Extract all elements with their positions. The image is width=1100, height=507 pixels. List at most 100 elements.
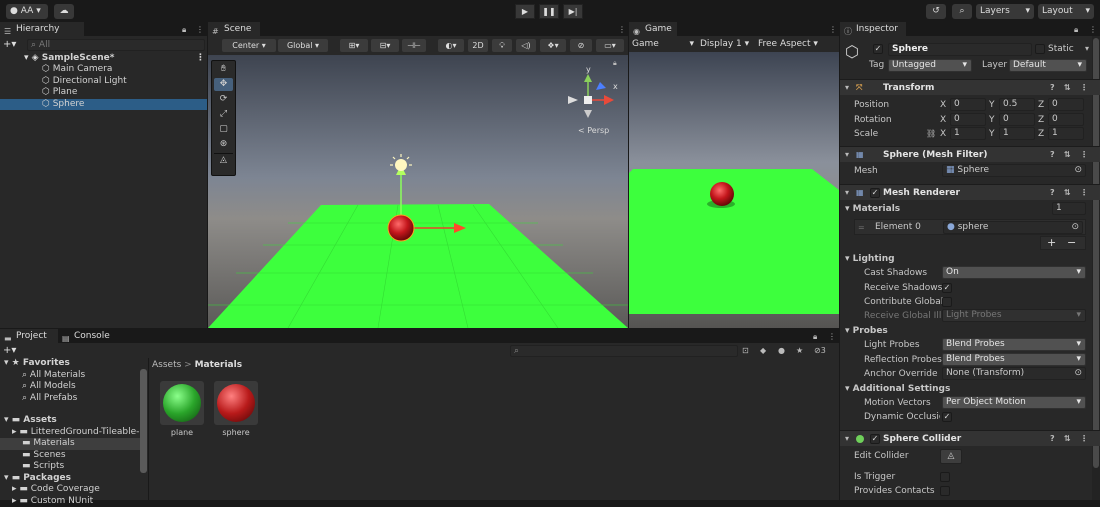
preset-icon[interactable]: ⇅ bbox=[1064, 185, 1071, 201]
asset-material-sphere[interactable]: sphere bbox=[214, 381, 258, 443]
axis-z-label[interactable]: Z bbox=[1038, 98, 1044, 112]
kebab-menu-icon[interactable]: ⋮ bbox=[618, 25, 626, 34]
grid-visibility-button[interactable]: ⊟▾ bbox=[371, 39, 399, 52]
axis-x-label[interactable]: X bbox=[940, 113, 946, 127]
scale-tool-icon[interactable]: ⤢ bbox=[214, 108, 233, 121]
camera-settings-button[interactable]: ▭▾ bbox=[596, 39, 624, 52]
chevron-down-icon[interactable]: ▾ bbox=[1085, 44, 1089, 53]
mesh-renderer-enabled-checkbox[interactable]: ✓ bbox=[870, 188, 880, 198]
toggle-2d-button[interactable]: 2D bbox=[468, 39, 488, 52]
tab-project[interactable]: ▬ Project bbox=[0, 329, 58, 343]
project-search-input[interactable]: ⌕ bbox=[510, 345, 738, 357]
kebab-menu-icon[interactable]: ⋮ bbox=[1080, 185, 1088, 201]
lighting-foldout[interactable]: ▾ Lighting bbox=[845, 252, 895, 266]
motion-vectors-dropdown[interactable]: Per Object Motion▾ bbox=[942, 396, 1086, 409]
help-icon[interactable]: ? bbox=[1050, 185, 1055, 201]
lock-icon[interactable]: 🔒︎ bbox=[813, 332, 817, 342]
tab-console[interactable]: ▤ Console bbox=[58, 329, 128, 343]
tree-folder-materials[interactable]: ▬ Materials bbox=[0, 438, 140, 450]
tree-favorites[interactable]: ▾ ★ Favorites bbox=[0, 358, 140, 370]
breadcrumb-materials[interactable]: Materials bbox=[195, 360, 242, 370]
play-button[interactable]: ▶ bbox=[515, 4, 535, 19]
transform-z-field[interactable]: 0 bbox=[1048, 113, 1084, 126]
sphere-object[interactable] bbox=[388, 215, 414, 241]
axis-y-label[interactable]: Y bbox=[989, 98, 995, 112]
aspect-dropdown[interactable]: Free Aspect ▾ bbox=[758, 39, 820, 49]
transform-x-field[interactable]: 0 bbox=[950, 113, 986, 126]
object-picker-icon[interactable]: ⊙ bbox=[1071, 222, 1079, 233]
materials-foldout[interactable]: ▾ Materials bbox=[845, 202, 900, 216]
add-element-button[interactable]: + bbox=[1047, 237, 1056, 249]
label-filter-icon[interactable]: ● bbox=[778, 346, 785, 355]
axis-y-label[interactable]: Y bbox=[989, 113, 995, 127]
object-picker-icon[interactable]: ⊙ bbox=[1074, 165, 1082, 176]
type-filter-icon[interactable]: ◆ bbox=[760, 346, 766, 355]
lock-icon[interactable]: 🔒︎ bbox=[1074, 25, 1078, 35]
axis-z-label[interactable]: Z bbox=[1038, 127, 1044, 141]
kebab-menu-icon[interactable]: ⋮ bbox=[196, 25, 204, 34]
tree-fav-all-models[interactable]: ⌕ All Models bbox=[0, 381, 140, 393]
mesh-renderer-header[interactable]: ▾ ▦ ✓ Mesh Renderer ? ⇅ ⋮ bbox=[840, 184, 1100, 200]
kebab-menu-icon[interactable]: ⋮ bbox=[1089, 25, 1097, 34]
account-dropdown[interactable]: ● AA ▾ bbox=[6, 4, 48, 19]
tree-assets[interactable]: ▾ ▬ Assets bbox=[0, 415, 140, 427]
axis-y-label[interactable]: Y bbox=[989, 127, 995, 141]
hierarchy-search-input[interactable]: ⌕ All bbox=[27, 39, 205, 51]
light-probes-dropdown[interactable]: Blend Probes▾ bbox=[942, 338, 1086, 351]
visibility-button[interactable]: ⊘ bbox=[570, 39, 592, 52]
transform-z-field[interactable]: 1 bbox=[1048, 127, 1084, 140]
tab-inspector[interactable]: ⓘ Inspector bbox=[840, 22, 906, 36]
display-dropdown[interactable]: Display 1 ▾ bbox=[700, 39, 752, 49]
axis-x-label[interactable]: X bbox=[940, 98, 946, 112]
help-icon[interactable]: ? bbox=[1050, 147, 1055, 163]
tab-scene[interactable]: # Scene bbox=[208, 22, 260, 36]
tree-package-custom-nunit[interactable]: ▸ ▬ Custom NUnit bbox=[0, 496, 140, 507]
transform-x-field[interactable]: 0 bbox=[950, 98, 986, 111]
game-mode-dropdown[interactable]: Game▾ bbox=[632, 39, 694, 49]
search-button[interactable]: ⌕ bbox=[952, 4, 972, 19]
lock-icon[interactable]: 🔒︎ bbox=[613, 59, 617, 67]
tag-dropdown[interactable]: Untagged▾ bbox=[888, 59, 972, 72]
materials-size-field[interactable]: 1 bbox=[1052, 202, 1086, 215]
transform-y-field[interactable]: 1 bbox=[999, 127, 1035, 140]
anchor-override-field[interactable]: None (Transform)⊙ bbox=[942, 367, 1086, 380]
favorite-icon[interactable]: ★ bbox=[796, 346, 803, 355]
transform-y-field[interactable]: 0 bbox=[999, 113, 1035, 126]
edit-collider-button[interactable]: ◬ bbox=[940, 449, 962, 464]
hidden-packages-icon[interactable]: ⊘3 bbox=[814, 346, 826, 355]
transform-tool-icon[interactable]: ⊛ bbox=[214, 138, 233, 151]
preset-icon[interactable]: ⇅ bbox=[1064, 431, 1071, 447]
layout-dropdown[interactable]: Layout ▾ bbox=[1038, 4, 1094, 19]
tree-fav-all-materials[interactable]: ⌕ All Materials bbox=[0, 370, 140, 382]
audio-toggle-button[interactable]: ◁) bbox=[516, 39, 536, 52]
kebab-menu-icon[interactable]: ⋮ bbox=[1080, 147, 1088, 163]
shading-mode-button[interactable]: ◐▾ bbox=[438, 39, 464, 52]
scene-viewport[interactable]: y x < Persp 🔒︎ bbox=[208, 55, 628, 328]
preset-icon[interactable]: ⇅ bbox=[1064, 80, 1071, 96]
history-button[interactable]: ↺ bbox=[926, 4, 946, 19]
transform-header[interactable]: ▾ ⤧ Transform ? ⇅ ⋮ bbox=[840, 79, 1100, 95]
remove-element-button[interactable]: − bbox=[1067, 237, 1076, 249]
preset-icon[interactable]: ⇅ bbox=[1064, 147, 1071, 163]
sphere-collider-header[interactable]: ▾ ✓ Sphere Collider ? ⇅ ⋮ bbox=[840, 430, 1100, 446]
step-button[interactable]: ▶| bbox=[563, 4, 583, 19]
effects-button[interactable]: ❖▾ bbox=[540, 39, 566, 52]
space-dropdown[interactable]: Global ▾ bbox=[278, 39, 328, 52]
rotate-tool-icon[interactable]: ⟳ bbox=[214, 93, 233, 106]
mesh-filter-header[interactable]: ▾ ▦ Sphere (Mesh Filter) ? ⇅ ⋮ bbox=[840, 146, 1100, 162]
hierarchy-item-main-camera[interactable]: ⬡ Main Camera bbox=[0, 64, 207, 76]
tree-folder-scripts[interactable]: ▬ Scripts bbox=[0, 461, 140, 473]
material-element-field[interactable]: ● sphere⊙ bbox=[943, 221, 1083, 234]
sphere-collider-enabled-checkbox[interactable]: ✓ bbox=[870, 434, 880, 444]
tree-fav-all-prefabs[interactable]: ⌕ All Prefabs bbox=[0, 393, 140, 405]
rect-tool-icon[interactable]: ▢ bbox=[214, 123, 233, 136]
layer-dropdown[interactable]: Default▾ bbox=[1009, 59, 1087, 72]
scene-root[interactable]: ▾ ◈ SampleScene* ⋮ bbox=[0, 53, 207, 65]
tree-folder-scenes[interactable]: ▬ Scenes bbox=[0, 450, 140, 462]
transform-x-field[interactable]: 1 bbox=[950, 127, 986, 140]
cast-shadows-dropdown[interactable]: On▾ bbox=[942, 266, 1086, 279]
hierarchy-item-directional-light[interactable]: ⬡ Directional Light bbox=[0, 76, 207, 88]
transform-y-field[interactable]: 0.5 bbox=[999, 98, 1035, 111]
tab-hierarchy[interactable]: ☰ Hierarchy bbox=[0, 22, 84, 36]
reflection-probes-dropdown[interactable]: Blend Probes▾ bbox=[942, 353, 1086, 366]
